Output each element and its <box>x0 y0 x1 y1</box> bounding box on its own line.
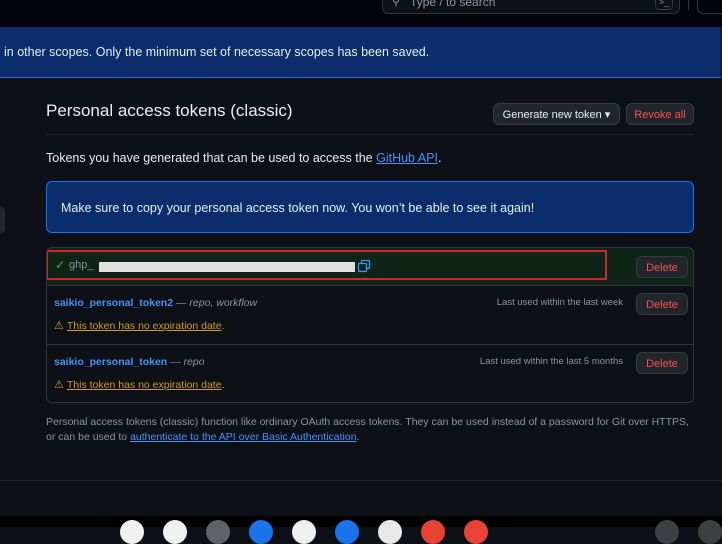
delete-new-token-button[interactable]: Delete <box>636 256 688 278</box>
basic-auth-link[interactable]: authenticate to the API over Basic Authe… <box>130 431 356 443</box>
intro-suffix: . <box>437 151 442 165</box>
warning-icon: ⚠ <box>54 320 64 332</box>
warning-icon: ⚠ <box>54 379 64 391</box>
header-divider <box>688 0 689 10</box>
flash-message: in other scopes. Only the minimum set of… <box>4 45 430 59</box>
expiration-warning: ⚠ This token has no expiration date. <box>54 319 224 332</box>
warning-suffix: . <box>221 379 225 391</box>
search-input[interactable]: ⚲ Type / to search >_ <box>382 0 680 14</box>
title-divider <box>46 134 694 135</box>
delete-token-button[interactable]: Delete <box>636 352 688 374</box>
top-header: ⚲ Type / to search >_ <box>0 0 722 28</box>
taskbar-app-icon[interactable] <box>249 520 273 544</box>
notice-message: Make sure to copy your personal access t… <box>61 201 535 215</box>
expiration-warning: ⚠ This token has no expiration date. <box>54 378 224 391</box>
token-name-line: saikio_personal_token — repo <box>54 356 205 368</box>
taskbar-app-icon[interactable] <box>120 520 144 544</box>
page-title: Personal access tokens (classic) <box>46 101 293 120</box>
taskbar-app-icon[interactable] <box>335 520 359 544</box>
taskbar-app-icon[interactable] <box>655 520 679 544</box>
taskbar-app-icon[interactable] <box>292 520 316 544</box>
search-placeholder: Type / to search <box>410 0 496 9</box>
warning-suffix: . <box>221 320 225 332</box>
taskbar-app-icon[interactable] <box>698 520 722 544</box>
expiration-warning-link[interactable]: This token has no expiration date <box>67 320 222 332</box>
token-separator: — <box>167 356 184 368</box>
expiration-warning-link[interactable]: This token has no expiration date <box>67 379 222 391</box>
delete-token-button[interactable]: Delete <box>636 293 688 315</box>
create-new-button[interactable] <box>697 0 722 14</box>
token-separator: — <box>173 297 190 309</box>
revoke-all-button[interactable]: Revoke all <box>626 103 694 125</box>
taskbar-app-icon[interactable] <box>206 520 230 544</box>
command-palette-icon[interactable]: >_ <box>655 0 673 10</box>
token-list: ✓ ghp_ Delete saikio_personal_token2 — r… <box>46 247 694 403</box>
sidebar-edge <box>0 207 5 233</box>
token-scopes: repo, workflow <box>189 297 258 309</box>
footnote: Personal access tokens (classic) functio… <box>46 415 696 445</box>
token-name-line: saikio_personal_token2 — repo, workflow <box>54 297 257 309</box>
generate-new-token-button[interactable]: Generate new token ▾ <box>493 103 620 125</box>
new-token-row: ✓ ghp_ Delete <box>47 248 693 286</box>
footer-divider <box>0 480 722 481</box>
token-row: saikio_personal_token — repo Last used w… <box>47 345 693 402</box>
highlight-box <box>47 250 607 280</box>
taskbar-app-icon[interactable] <box>464 520 488 544</box>
flash-banner: in other scopes. Only the minimum set of… <box>0 27 722 78</box>
token-scopes: repo <box>183 356 205 368</box>
token-name-link[interactable]: saikio_personal_token <box>54 356 167 368</box>
search-icon: ⚲ <box>392 0 401 8</box>
footnote-suffix: . <box>356 431 360 443</box>
intro-text: Tokens you have generated that can be us… <box>46 151 441 165</box>
copy-token-notice: Make sure to copy your personal access t… <box>46 181 694 233</box>
token-last-used: Last used within the last week <box>496 297 623 308</box>
token-row: saikio_personal_token2 — repo, workflow … <box>47 286 693 345</box>
taskbar <box>0 516 722 527</box>
intro-prefix: Tokens you have generated that can be us… <box>46 151 377 165</box>
github-api-link[interactable]: GitHub API <box>376 151 438 165</box>
taskbar-app-icon[interactable] <box>378 520 402 544</box>
token-last-used: Last used within the last 5 months <box>479 356 623 367</box>
taskbar-app-icon[interactable] <box>163 520 187 544</box>
token-name-link[interactable]: saikio_personal_token2 <box>54 297 173 309</box>
taskbar-app-icon[interactable] <box>421 520 445 544</box>
